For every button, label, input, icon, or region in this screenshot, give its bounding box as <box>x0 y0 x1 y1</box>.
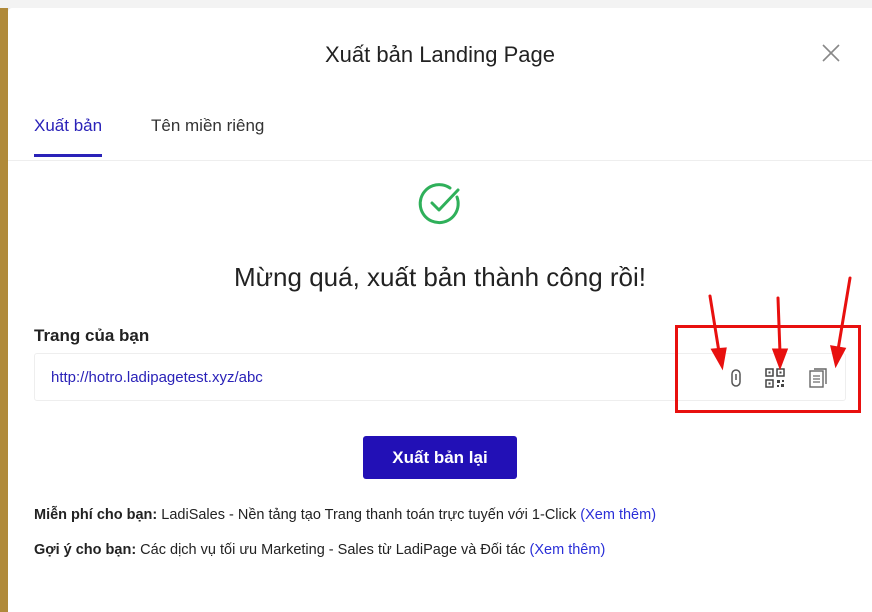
annotation-arrows <box>708 276 852 371</box>
